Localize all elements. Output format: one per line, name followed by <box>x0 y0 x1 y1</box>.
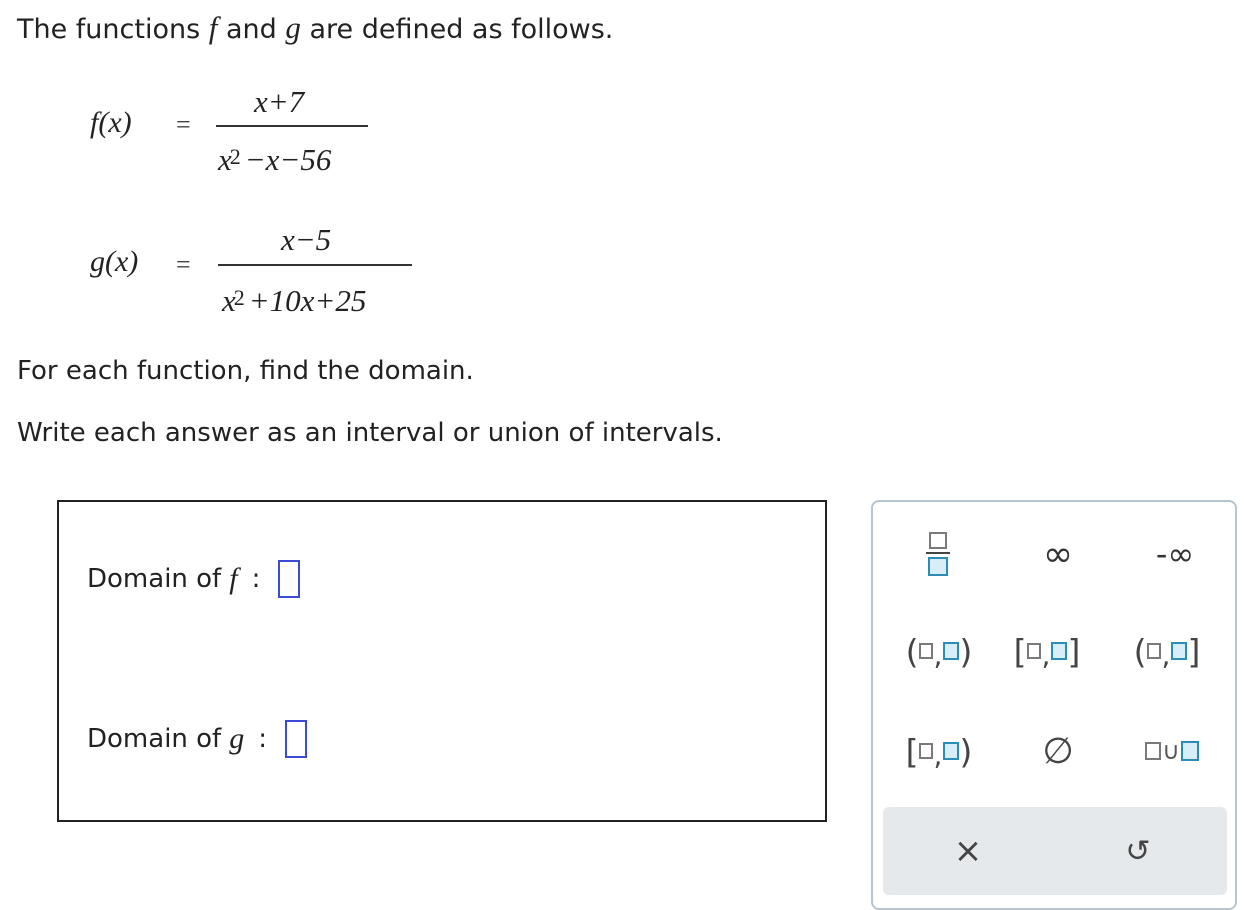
open-interval-right-box-icon <box>943 642 960 660</box>
intro-before: The functions <box>17 14 201 45</box>
domain-g-label: Domain of <box>87 724 222 754</box>
f-denominator: x2 −x−56 <box>218 142 331 178</box>
answer-box: Domain of f : Domain of g : <box>57 500 827 822</box>
intro-f-var: f <box>208 10 218 45</box>
intro-g-var: g <box>285 10 301 45</box>
instruction-interval-format: Write each answer as an interval or unio… <box>17 418 723 448</box>
union-right-box-icon <box>1180 741 1199 761</box>
left-open-interval-left-box-icon <box>1146 643 1161 659</box>
closed-interval-comma: , <box>1041 638 1051 672</box>
union-key[interactable]: ∪ <box>1129 728 1215 774</box>
g-denom-exp: 2 <box>233 285 245 310</box>
f-numerator: x+7 <box>254 84 305 119</box>
right-open-interval-key[interactable]: [,) <box>895 728 983 774</box>
union-left-box-icon <box>1145 742 1162 760</box>
fraction-numerator-box-icon <box>929 532 947 549</box>
fraction-bar-icon <box>926 552 950 554</box>
domain-g-var: g <box>229 722 245 755</box>
closed-interval-key[interactable]: [,] <box>1003 628 1091 674</box>
f-label: f(x) <box>90 106 132 140</box>
negative-infinity-key[interactable]: -∞ <box>1135 532 1215 576</box>
left-open-interval-left-paren: ( <box>1133 631 1147 671</box>
f-denom-rest: −x−56 <box>244 142 332 177</box>
f-fraction-bar <box>216 125 368 127</box>
fraction-key[interactable] <box>913 524 963 584</box>
left-open-interval-right-box-icon <box>1171 642 1188 660</box>
math-keypad: ∞ -∞ (,) [,] (,] [,) ∅ ∪ × ↺ <box>871 500 1237 910</box>
g-numerator: x−5 <box>281 222 332 257</box>
domain-g-colon: : <box>258 724 267 754</box>
union-symbol: ∪ <box>1162 737 1180 765</box>
f-arg: (x) <box>98 106 132 139</box>
domain-f-row: Domain of f : <box>87 560 301 598</box>
right-open-interval-left-bracket: [ <box>905 731 919 771</box>
g-fraction-bar <box>218 264 412 266</box>
empty-set-key[interactable]: ∅ <box>1023 728 1093 774</box>
intro-text: The functions f and g are defined as fol… <box>17 10 613 46</box>
fraction-denominator-box-icon <box>928 557 948 576</box>
closed-interval-right-box-icon <box>1051 642 1068 660</box>
domain-f-colon: : <box>251 564 261 594</box>
f-equals: = <box>176 110 191 139</box>
closed-interval-right-bracket: ] <box>1067 631 1081 671</box>
left-open-interval-right-bracket: ] <box>1187 631 1201 671</box>
open-interval-left-paren: ( <box>905 631 919 671</box>
left-open-interval-key[interactable]: (,] <box>1121 628 1213 674</box>
right-open-interval-comma: , <box>933 738 943 772</box>
domain-f-input[interactable] <box>278 560 301 598</box>
g-label: g(x) <box>90 245 138 279</box>
f-denom-exp: 2 <box>229 144 241 169</box>
intro-after: are defined as follows. <box>309 14 614 45</box>
domain-g-input[interactable] <box>284 720 307 758</box>
infinity-key[interactable]: ∞ <box>1023 532 1093 576</box>
keypad-footer: × ↺ <box>883 807 1227 895</box>
intro-and: and <box>225 14 277 45</box>
undo-button[interactable]: ↺ <box>1113 827 1163 875</box>
g-denom-rest: +10x+25 <box>248 283 367 318</box>
domain-g-row: Domain of g : <box>87 720 307 758</box>
open-interval-left-box-icon <box>918 643 933 659</box>
closed-interval-left-bracket: [ <box>1013 631 1027 671</box>
left-open-interval-comma: , <box>1161 638 1171 672</box>
g-equals: = <box>176 250 191 279</box>
g-denominator: x2 +10x+25 <box>222 283 366 319</box>
domain-f-var: f <box>229 562 238 595</box>
g-arg: (x) <box>105 245 139 278</box>
open-interval-key[interactable]: (,) <box>895 628 983 674</box>
closed-interval-left-box-icon <box>1026 643 1041 659</box>
open-interval-right-paren: ) <box>959 631 973 671</box>
right-open-interval-right-box-icon <box>943 742 960 760</box>
instruction-find-domain: For each function, find the domain. <box>17 356 474 386</box>
right-open-interval-left-box-icon <box>918 743 933 759</box>
g-name: g <box>90 245 105 278</box>
right-open-interval-right-paren: ) <box>959 731 973 771</box>
clear-button[interactable]: × <box>943 827 993 875</box>
open-interval-comma: , <box>933 638 943 672</box>
domain-f-label: Domain of <box>87 564 222 594</box>
